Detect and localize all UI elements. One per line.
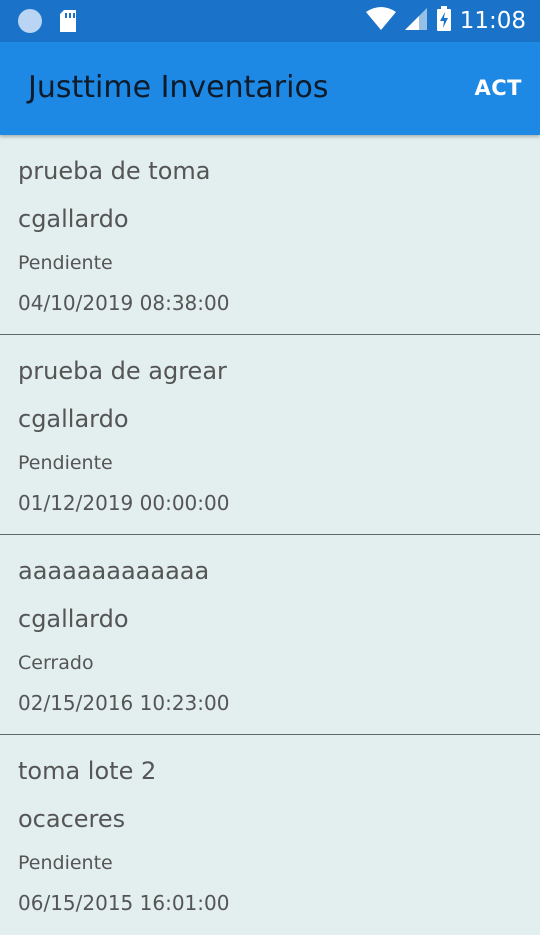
- notification-circle-icon: [18, 9, 42, 33]
- list-item[interactable]: prueba de toma cgallardo Pendiente 04/10…: [0, 135, 540, 335]
- item-date: 02/15/2016 10:23:00: [18, 691, 230, 715]
- status-bar: 11:08: [0, 0, 540, 42]
- status-left-icons: [18, 9, 78, 33]
- item-status: Pendiente: [18, 852, 113, 874]
- battery-charging-icon: [436, 6, 452, 36]
- item-name: aaaaaaaaaaaaa: [18, 557, 210, 585]
- signal-icon: [404, 7, 428, 35]
- item-date: 06/15/2015 16:01:00: [18, 891, 230, 915]
- item-name: toma lote 2: [18, 757, 157, 785]
- item-name: prueba de toma: [18, 157, 211, 185]
- list-item[interactable]: prueba de agrear cgallardo Pendiente 01/…: [0, 335, 540, 535]
- status-right-icons: 11:08: [365, 6, 526, 36]
- item-date: 04/10/2019 08:38:00: [18, 291, 230, 315]
- item-user: cgallardo: [18, 605, 129, 633]
- item-status: Pendiente: [18, 452, 113, 474]
- sd-card-icon: [58, 9, 78, 33]
- list-item[interactable]: toma lote 2 ocaceres Pendiente 06/15/201…: [0, 735, 540, 935]
- item-user: cgallardo: [18, 205, 129, 233]
- list-item[interactable]: aaaaaaaaaaaaa cgallardo Cerrado 02/15/20…: [0, 535, 540, 735]
- item-user: cgallardo: [18, 405, 129, 433]
- item-name: prueba de agrear: [18, 357, 227, 385]
- page-title: Justtime Inventarios: [28, 70, 329, 105]
- item-user: ocaceres: [18, 805, 126, 833]
- app-bar: Justtime Inventarios ACT: [0, 42, 540, 135]
- act-button[interactable]: ACT: [475, 76, 523, 100]
- item-date: 01/12/2019 00:00:00: [18, 491, 230, 515]
- status-clock: 11:08: [459, 8, 526, 34]
- item-status: Cerrado: [18, 652, 94, 674]
- item-status: Pendiente: [18, 252, 113, 274]
- inventory-list: prueba de toma cgallardo Pendiente 04/10…: [0, 135, 540, 935]
- wifi-icon: [365, 7, 396, 35]
